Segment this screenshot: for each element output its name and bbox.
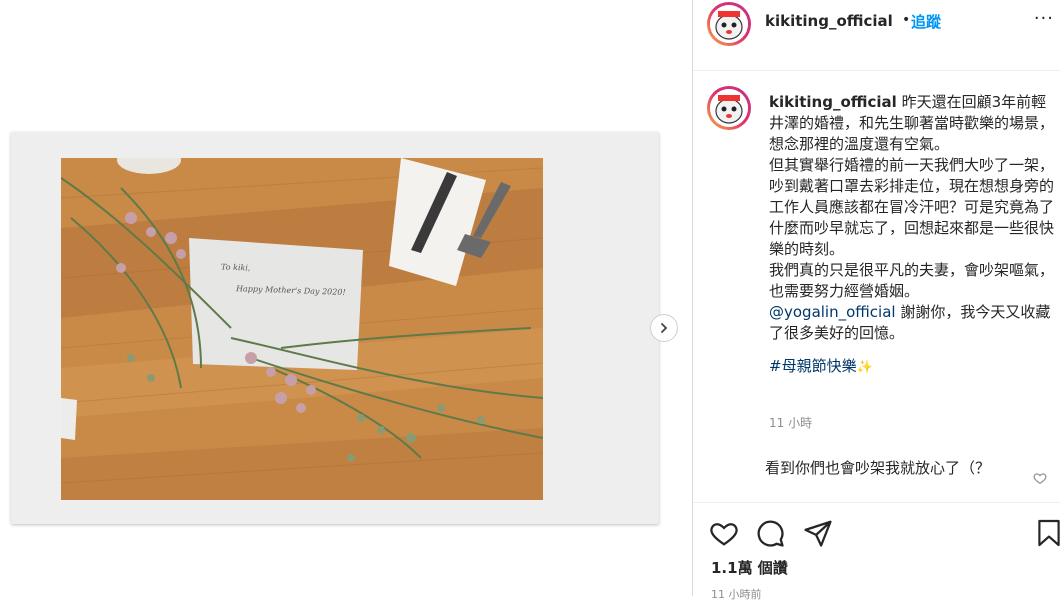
comment-text: 看到你們也會吵架我就放心了（？	[765, 459, 991, 477]
heart-icon	[710, 523, 738, 546]
post-photo[interactable]: To kiki, Happy Mother's Day 2020!	[61, 158, 543, 500]
post-side-panel: kikiting_official • 追蹤 ··· kikiting_offi…	[693, 0, 1060, 601]
like-button[interactable]	[709, 518, 739, 552]
heart-icon	[1033, 473, 1047, 484]
caption-hashtag-link[interactable]: #母親節快樂	[769, 357, 857, 375]
header-separator: •	[902, 12, 911, 28]
caption-line-2: 但其實舉行婚禮的前一天我們大吵了一架，吵到戴著口罩去彩排走位，現在想想身旁的工作…	[769, 156, 1055, 258]
comment-like-button[interactable]	[1033, 470, 1047, 489]
header-username[interactable]: kikiting_official	[765, 12, 893, 30]
follow-button[interactable]: 追蹤	[911, 11, 941, 32]
comment-button[interactable]	[755, 518, 785, 552]
save-button[interactable]	[1037, 518, 1060, 552]
caption-area: kikiting_official 昨天還在回顧3年前輕井澤的婚禮，和先生聊著當…	[693, 82, 1060, 502]
next-image-button[interactable]	[650, 314, 678, 342]
caption-username[interactable]: kikiting_official	[769, 93, 897, 111]
post-media: To kiki, Happy Mother's Day 2020!	[0, 0, 692, 596]
card-text-line1: To kiki,	[220, 262, 251, 273]
more-options-button[interactable]: ···	[1034, 8, 1054, 29]
likes-count[interactable]: 1.1萬 個讚	[711, 557, 788, 578]
comment-icon	[757, 520, 784, 547]
caption-mention-link[interactable]: @yogalin_official	[769, 303, 896, 321]
post-actions	[693, 514, 1060, 550]
actions-divider	[693, 502, 1060, 503]
post-header: kikiting_official • 追蹤 ···	[693, 0, 1060, 71]
post-time[interactable]: 11 小時前	[711, 586, 762, 602]
share-button[interactable]	[803, 518, 833, 552]
avatar[interactable]	[707, 2, 751, 46]
avatar-illustration-icon	[710, 89, 748, 127]
post-caption: kikiting_official 昨天還在回顧3年前輕井澤的婚禮，和先生聊著當…	[769, 92, 1054, 378]
avatar-illustration-icon	[710, 5, 748, 43]
chevron-right-icon	[658, 319, 670, 338]
paper-plane-icon	[804, 520, 832, 547]
bookmark-icon	[1038, 519, 1060, 547]
polaroid-frame: To kiki, Happy Mother's Day 2020!	[11, 132, 659, 524]
sparkles-icon: ✨	[856, 360, 873, 375]
caption-avatar[interactable]	[707, 86, 751, 130]
caption-timestamp[interactable]: 11 小時	[769, 414, 812, 431]
caption-line-3: 我們真的只是很平凡的夫妻，會吵架嘔氣，也需要努力經營婚姻。	[769, 261, 1055, 300]
